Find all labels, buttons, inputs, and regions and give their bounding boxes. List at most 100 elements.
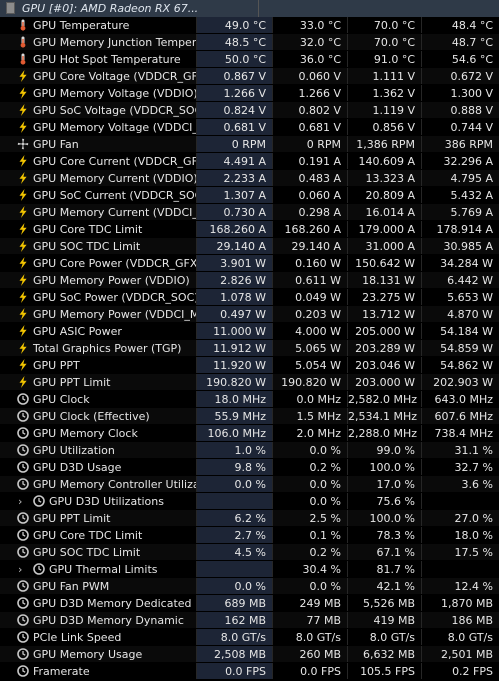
min-value-cell: 0.0 MHz bbox=[273, 391, 348, 407]
sensor-row-gpu-memory-power-vddio[interactable]: GPU Memory Power (VDDIO) 2.826 W 0.611 W 18… bbox=[0, 272, 499, 289]
sensor-row-gpu-soc-tdc-limit[interactable]: GPU SOC TDC Limit 29.140 A 29.140 A 31.000 … bbox=[0, 238, 499, 255]
sensor-label: GPU SOC TDC Limit bbox=[33, 546, 141, 559]
sensor-name-cell: GPU D3D Usage bbox=[0, 459, 197, 475]
sensor-row-gpu-d3d-usage[interactable]: GPU D3D Usage 9.8 % 0.2 % 100.0 % 32.7 % bbox=[0, 459, 499, 476]
sensor-row-gpu-memory-controller-utilization[interactable]: GPU Memory Controller Utilization0.0 %0.… bbox=[0, 476, 499, 493]
sensor-row-gpu-memory-usage[interactable]: GPU Memory Usage 2,508 MB 260 MB 6,632 MB 2,… bbox=[0, 646, 499, 663]
min-value-cell: 0.060 A bbox=[273, 187, 348, 203]
sensor-label: GPU PPT Limit bbox=[33, 376, 111, 389]
sensor-name-cell: GPU Core Voltage (VDDCR_GFX) bbox=[0, 68, 197, 84]
sensor-label: GPU Memory Voltage (VDDCI_... bbox=[33, 121, 197, 134]
gpu-chip-icon bbox=[6, 2, 15, 14]
sensor-name-cell: GPU SoC Power (VDDCR_SOC) bbox=[0, 289, 197, 305]
avg-value-cell bbox=[422, 493, 499, 509]
max-value-cell: 2,534.1 MHz bbox=[348, 408, 422, 424]
max-value-cell: 70.0 °C bbox=[348, 17, 422, 33]
current-value-cell: 162 MB bbox=[197, 612, 273, 628]
sensor-row-gpu-core-power-vddcr-gfx[interactable]: GPU Core Power (VDDCR_GFX) 3.901 W 0.160 W… bbox=[0, 255, 499, 272]
sensor-name-cell: GPU D3D Memory Dedicated bbox=[0, 595, 197, 611]
sensor-row-gpu-core-voltage-vddcr-gfx[interactable]: GPU Core Voltage (VDDCR_GFX) 0.867 V 0.060… bbox=[0, 68, 499, 85]
sensor-row-gpu-memory-power-vddci-m[interactable]: GPU Memory Power (VDDCI_M... 0.497 W 0.203… bbox=[0, 306, 499, 323]
sensor-group-header[interactable]: GPU [#0]: AMD Radeon RX 67... bbox=[0, 0, 499, 17]
sensor-row-pcie-link-speed[interactable]: PCIe Link Speed 8.0 GT/s 8.0 GT/s 8.0 GT/s 8… bbox=[0, 629, 499, 646]
max-value-cell: 100.0 % bbox=[348, 510, 422, 526]
sensor-row-gpu-d3d-utilizations[interactable]: › GPU D3D Utilizations 0.0 % 75.6 % bbox=[0, 493, 499, 510]
sensor-row-gpu-memory-voltage-vddio[interactable]: GPU Memory Voltage (VDDIO) 1.266 V 1.266 V… bbox=[0, 85, 499, 102]
chevron-right-icon[interactable]: › bbox=[18, 561, 22, 577]
avg-value-cell: 8.0 GT/s bbox=[447, 631, 493, 644]
sensor-row-gpu-core-current-vddcr-gfx[interactable]: GPU Core Current (VDDCR_GFX) 4.491 A 0.191… bbox=[0, 153, 499, 170]
sensor-row-gpu-ppt[interactable]: GPU PPT 11.920 W 5.054 W 203.046 W 54.862 W bbox=[0, 357, 499, 374]
sensor-label: Total Graphics Power (TGP) bbox=[33, 342, 182, 355]
sensor-row-gpu-temperature[interactable]: GPU Temperature 49.0 °C 33.0 °C 70.0 °C 48.4… bbox=[0, 17, 499, 34]
sensor-row-gpu-memory-current-vddci[interactable]: GPU Memory Current (VDDCI_... 0.730 A 0.29… bbox=[0, 204, 499, 221]
sensor-row-gpu-d3d-memory-dedicated[interactable]: GPU D3D Memory Dedicated 689 MB 249 MB 5,52… bbox=[0, 595, 499, 612]
bolt-icon bbox=[17, 189, 29, 201]
max-value-cell: 1.119 V bbox=[348, 102, 422, 118]
sensor-row-total-graphics-power-tgp[interactable]: Total Graphics Power (TGP) 11.912 W 5.065 … bbox=[0, 340, 499, 357]
sensor-row-gpu-utilization[interactable]: GPU Utilization 1.0 % 0.0 % 99.0 % 31.1 % bbox=[0, 442, 499, 459]
sensor-row-gpu-d3d-memory-dynamic[interactable]: GPU D3D Memory Dynamic 162 MB 77 MB 419 MB 1… bbox=[0, 612, 499, 629]
sensor-name-cell: GPU Memory Current (VDDCI_... bbox=[0, 204, 197, 220]
max-value-cell: 1.362 V bbox=[348, 85, 422, 101]
sensor-row-gpu-memory-junction-temper[interactable]: GPU Memory Junction Temper... 48.5 °C 32.0… bbox=[0, 34, 499, 51]
bolt-icon bbox=[17, 87, 29, 99]
sensor-row-gpu-clock-effective[interactable]: GPU Clock (Effective) 55.9 MHz 1.5 MHz 2,53… bbox=[0, 408, 499, 425]
sensor-name-cell: GPU Clock bbox=[0, 391, 197, 407]
sensor-row-gpu-soc-current-vddcr-soc[interactable]: GPU SoC Current (VDDCR_SOC) 1.307 A 0.060 … bbox=[0, 187, 499, 204]
avg-value-cell: 32.296 A bbox=[443, 155, 493, 168]
avg-value-cell: 2,501 MB bbox=[422, 646, 499, 662]
sensor-row-gpu-soc-power-vddcr-soc[interactable]: GPU SoC Power (VDDCR_SOC) 1.078 W 0.049 W2… bbox=[0, 289, 499, 306]
avg-value-cell: 54.862 W bbox=[440, 359, 493, 372]
sensor-label: GPU Temperature bbox=[33, 19, 130, 32]
max-value-cell: 419 MB bbox=[348, 612, 422, 628]
sensor-row-gpu-ppt-limit[interactable]: GPU PPT Limit 6.2 % 2.5 % 100.0 % 27.0 % bbox=[0, 510, 499, 527]
sensor-row-framerate[interactable]: Framerate 0.0 FPS 0.0 FPS 105.5 FPS 0.2 FPS bbox=[0, 663, 499, 680]
current-value-cell: 2.826 W bbox=[197, 272, 273, 288]
sensor-row-gpu-ppt-limit[interactable]: GPU PPT Limit 190.820 W 190.820 W 203.000 W… bbox=[0, 374, 499, 391]
sensor-row-gpu-fan[interactable]: GPU Fan 0 RPM 0 RPM 1,386 RPM 386 RPM bbox=[0, 136, 499, 153]
min-value-cell: 0.2 % bbox=[273, 459, 348, 475]
sensor-row-gpu-memory-current-vddio[interactable]: GPU Memory Current (VDDIO) 2.233 A 0.483 A… bbox=[0, 170, 499, 187]
avg-value-cell: 17.5 % bbox=[422, 544, 499, 560]
chevron-right-icon[interactable]: › bbox=[18, 493, 22, 509]
sensor-label: GPU Memory Clock bbox=[33, 427, 138, 440]
current-value-cell bbox=[197, 493, 273, 509]
sensor-row-gpu-hot-spot-temperature[interactable]: GPU Hot Spot Temperature 50.0 °C 36.0 °C 91… bbox=[0, 51, 499, 68]
avg-value-cell: 12.4 % bbox=[422, 578, 499, 594]
sensor-label: GPU Memory Current (VDDIO) bbox=[33, 172, 197, 185]
sensor-name-cell: GPU Memory Power (VDDCI_M... bbox=[0, 306, 197, 322]
avg-value-cell: 186 MB bbox=[422, 612, 499, 628]
avg-value-cell: 178.914 A bbox=[436, 223, 493, 236]
sensor-row-gpu-asic-power[interactable]: GPU ASIC Power 11.000 W 4.000 W 205.000 W 54… bbox=[0, 323, 499, 340]
sensor-row-gpu-thermal-limits[interactable]: › GPU Thermal Limits 30.4 % 81.7 % bbox=[0, 561, 499, 578]
sensor-label: GPU Fan bbox=[33, 138, 79, 151]
max-value-cell: 70.0 °C bbox=[348, 34, 422, 50]
avg-value-cell: 31.1 % bbox=[422, 442, 499, 458]
sensor-row-gpu-core-tdc-limit[interactable]: GPU Core TDC Limit 2.7 % 0.1 % 78.3 % 18.0 % bbox=[0, 527, 499, 544]
min-value-cell: 4.000 W bbox=[273, 323, 348, 339]
sensor-name-cell: GPU ASIC Power bbox=[0, 323, 197, 339]
sensor-row-gpu-memory-voltage-vddci[interactable]: GPU Memory Voltage (VDDCI_... 0.681 V 0.68… bbox=[0, 119, 499, 136]
current-value-cell: 11.912 W bbox=[197, 340, 273, 356]
sensor-name-cell: Framerate bbox=[0, 663, 197, 679]
sensor-rows: GPU Temperature 49.0 °C 33.0 °C 70.0 °C 48.4… bbox=[0, 17, 499, 680]
sensor-label: PCIe Link Speed bbox=[33, 631, 122, 644]
sensor-label: GPU Hot Spot Temperature bbox=[33, 53, 181, 66]
avg-value-cell: 1,870 MB bbox=[440, 597, 493, 610]
sensor-row-gpu-soc-voltage-vddcr-soc[interactable]: GPU SoC Voltage (VDDCR_SOC) 0.824 V 0.802 … bbox=[0, 102, 499, 119]
avg-value-cell: 30.985 A bbox=[422, 238, 499, 254]
sensor-name-cell: GPU Fan PWM bbox=[0, 578, 197, 594]
avg-value-cell bbox=[422, 561, 499, 577]
sensor-row-gpu-core-tdc-limit[interactable]: GPU Core TDC Limit 168.260 A 168.260 A 179.… bbox=[0, 221, 499, 238]
max-value-cell: 205.000 W bbox=[348, 323, 422, 339]
sensor-row-gpu-fan-pwm[interactable]: GPU Fan PWM 0.0 % 0.0 % 42.1 % 12.4 % bbox=[0, 578, 499, 595]
sensor-row-gpu-clock[interactable]: GPU Clock 18.0 MHz 0.0 MHz 2,582.0 MHz 643.0… bbox=[0, 391, 499, 408]
sensor-row-gpu-memory-clock[interactable]: GPU Memory Clock 106.0 MHz 2.0 MHz 2,288.0 … bbox=[0, 425, 499, 442]
min-value-cell: 0.802 V bbox=[273, 102, 348, 118]
max-value-cell: 2,288.0 MHz bbox=[348, 425, 422, 441]
sensor-row-gpu-soc-tdc-limit[interactable]: GPU SOC TDC Limit 4.5 % 0.2 % 67.1 % 17.5 % bbox=[0, 544, 499, 561]
avg-value-cell: 4.795 A bbox=[422, 170, 499, 186]
min-value-cell: 77 MB bbox=[273, 612, 348, 628]
min-value-cell: 33.0 °C bbox=[273, 17, 348, 33]
